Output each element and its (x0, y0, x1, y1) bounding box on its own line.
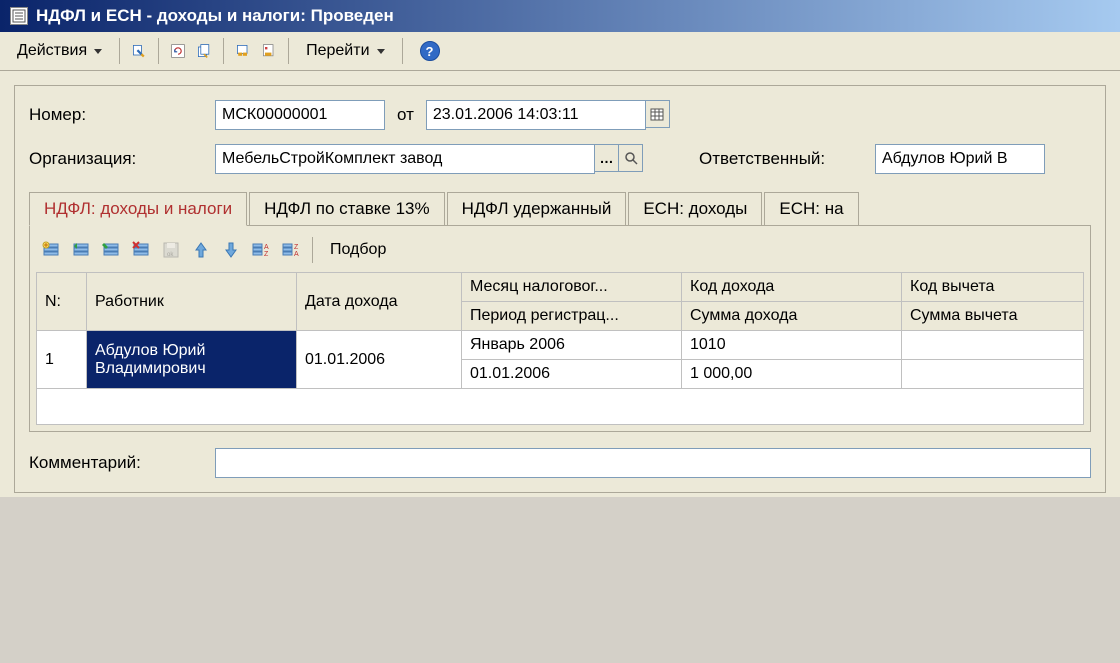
sort-desc-icon[interactable]: ZA (278, 237, 304, 263)
col-income-code[interactable]: Код дохода (682, 273, 902, 302)
number-input[interactable] (215, 100, 385, 130)
col-income-sum[interactable]: Сумма дохода (682, 302, 902, 331)
cell-reg-period[interactable]: 01.01.2006 (462, 360, 682, 389)
app-icon (10, 7, 28, 25)
search-icon (624, 151, 638, 165)
actions-button[interactable]: Действия (8, 37, 111, 65)
org-row: Организация: … Ответственный: (29, 144, 1091, 174)
cell-income-sum[interactable]: 1 000,00 (682, 360, 902, 389)
number-row: Номер: от (29, 100, 1091, 130)
post-icon[interactable] (128, 40, 150, 62)
cell-employee[interactable]: Абдулов Юрий Владимирович (87, 331, 297, 389)
col-reg-period[interactable]: Период регистрац... (462, 302, 682, 331)
cell-deduct-code[interactable] (902, 331, 1084, 360)
svg-text:A: A (294, 251, 299, 258)
col-num[interactable]: N: (37, 273, 87, 331)
from-label: от (397, 105, 414, 125)
tab-ndfl-withheld[interactable]: НДФЛ удержанный (447, 192, 627, 225)
responsible-input[interactable] (875, 144, 1045, 174)
save-disabled-icon: ok (158, 237, 184, 263)
col-tax-month[interactable]: Месяц налоговог... (462, 273, 682, 302)
col-income-date[interactable]: Дата дохода (297, 273, 462, 331)
org-ellipsis-button[interactable]: … (595, 144, 619, 172)
separator (223, 38, 224, 64)
sort-asc-icon[interactable]: AZ (248, 237, 274, 263)
move-up-icon[interactable] (188, 237, 214, 263)
svg-text:A: A (264, 244, 269, 251)
report-icon[interactable] (258, 40, 280, 62)
date-input[interactable] (426, 100, 646, 130)
help-icon: ? (420, 41, 440, 61)
col-employee[interactable]: Работник (87, 273, 297, 331)
move-down-icon[interactable] (218, 237, 244, 263)
window-title: НДФЛ и ЕСН - доходы и налоги: Проведен (36, 6, 394, 26)
separator (119, 38, 120, 64)
help-button[interactable]: ? (411, 36, 449, 66)
table-toolbar: ok AZ ZA Подбор (36, 232, 1084, 268)
select-button[interactable]: Подбор (321, 236, 395, 264)
separator (288, 38, 289, 64)
refresh-icon[interactable] (167, 40, 189, 62)
tab-ndfl-income[interactable]: НДФЛ: доходы и налоги (29, 192, 247, 226)
header-row-1: N: Работник Дата дохода Месяц налоговог.… (37, 273, 1084, 302)
cell-tax-month[interactable]: Январь 2006 (462, 331, 682, 360)
tab-esn-tax[interactable]: ЕСН: на (764, 192, 858, 225)
goto-button[interactable]: Перейти (297, 37, 393, 65)
comment-input[interactable] (215, 448, 1091, 478)
separator (158, 38, 159, 64)
col-deduct-code[interactable]: Код вычета (902, 273, 1084, 302)
add-row-icon[interactable] (38, 237, 64, 263)
edit-row-icon[interactable] (98, 237, 124, 263)
tab-content: ok AZ ZA Подбор N: Работник (29, 225, 1091, 432)
tab-esn-income[interactable]: ЕСН: доходы (628, 192, 762, 225)
tabs: НДФЛ: доходы и налоги НДФЛ по ставке 13%… (29, 192, 1091, 225)
titlebar: НДФЛ и ЕСН - доходы и налоги: Проведен (0, 0, 1120, 32)
comment-label: Комментарий: (29, 453, 209, 473)
svg-text:Z: Z (294, 244, 299, 251)
separator (402, 38, 403, 64)
register-icon[interactable] (232, 40, 254, 62)
comment-row: Комментарий: (29, 448, 1091, 478)
number-label: Номер: (29, 105, 209, 125)
calendar-icon (650, 107, 664, 121)
cell-income-date[interactable]: 01.01.2006 (297, 331, 462, 389)
cell-income-code[interactable]: 1010 (682, 331, 902, 360)
cell-num[interactable]: 1 (37, 331, 87, 389)
content-area: Номер: от Организация: … Ответственный: … (0, 71, 1120, 497)
data-table: N: Работник Дата дохода Месяц налоговог.… (36, 272, 1084, 389)
responsible-label: Ответственный: (699, 149, 869, 169)
cell-deduct-sum[interactable] (902, 360, 1084, 389)
svg-text:ok: ok (167, 252, 174, 258)
delete-row-icon[interactable] (128, 237, 154, 263)
org-search-button[interactable] (619, 144, 643, 172)
table-row[interactable]: 1 Абдулов Юрий Владимирович 01.01.2006 Я… (37, 331, 1084, 360)
copy-icon[interactable] (193, 40, 215, 62)
table-empty-area (36, 389, 1084, 425)
org-label: Организация: (29, 149, 209, 169)
svg-text:Z: Z (264, 251, 269, 258)
main-toolbar: Действия Перейти ? (0, 32, 1120, 71)
col-deduct-sum[interactable]: Сумма вычета (902, 302, 1084, 331)
calendar-button[interactable] (646, 100, 670, 128)
insert-row-icon[interactable] (68, 237, 94, 263)
separator (312, 237, 313, 263)
org-input[interactable] (215, 144, 595, 174)
tab-ndfl-13[interactable]: НДФЛ по ставке 13% (249, 192, 444, 225)
